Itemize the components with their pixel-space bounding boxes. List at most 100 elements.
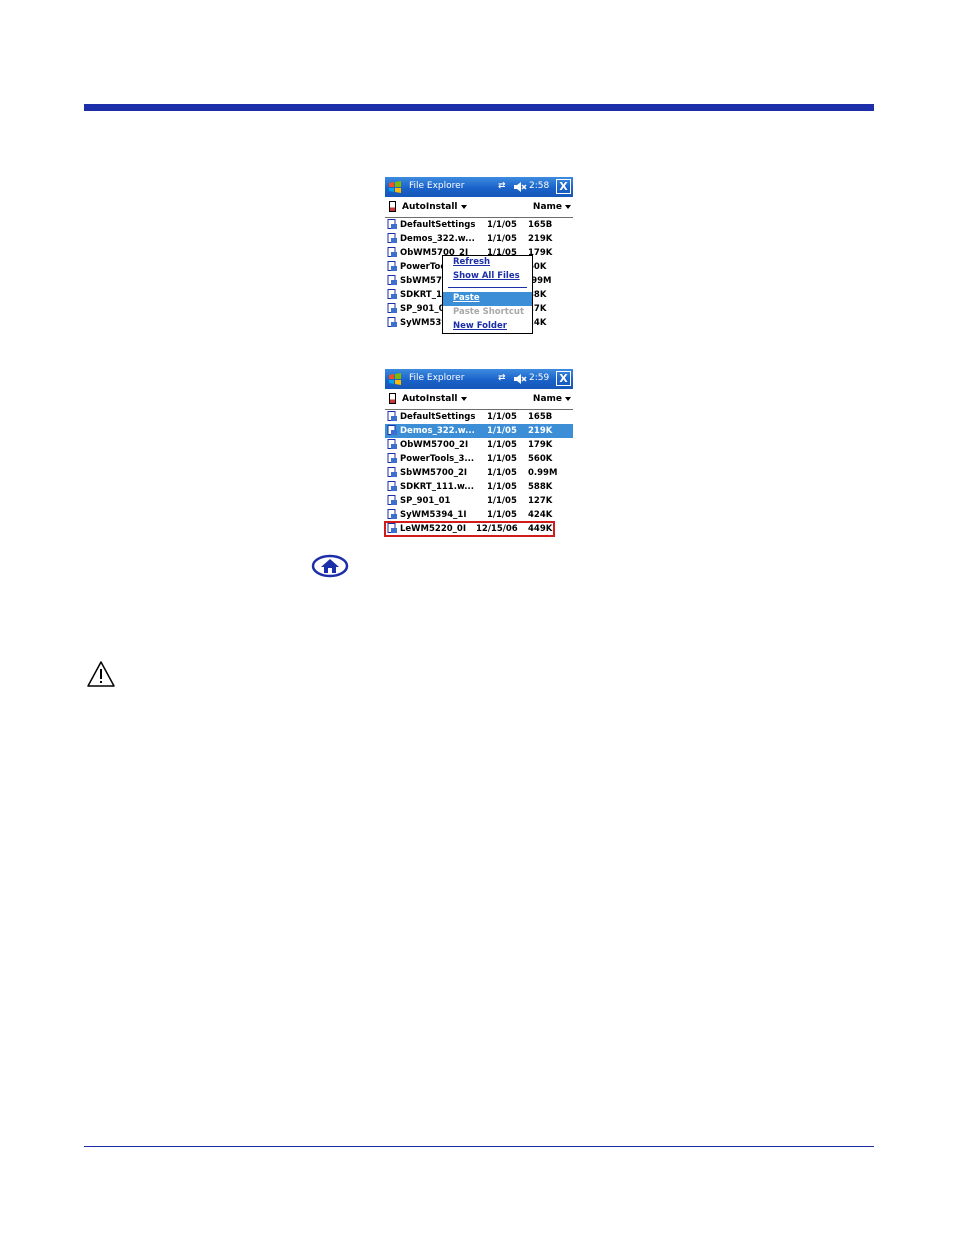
device-icon	[389, 393, 396, 404]
file-name: SyWM539	[400, 318, 448, 328]
volume-muted-icon[interactable]	[513, 372, 527, 386]
caution-icon	[87, 661, 115, 687]
file-date: 1/1/05	[487, 454, 517, 464]
file-size: 165B	[528, 412, 553, 422]
file-name: DefaultSettings	[400, 220, 476, 230]
file-list: DefaultSettings 1/1/05 165B Demos_322.w.…	[384, 410, 573, 537]
header-rule	[84, 104, 874, 111]
file-icon	[387, 411, 397, 421]
file-date: 1/1/05	[487, 412, 517, 422]
menu-item-label: Show All Files	[453, 271, 520, 281]
clock[interactable]: 2:59	[529, 373, 549, 383]
chevron-down-icon	[460, 204, 467, 209]
file-icon	[387, 467, 397, 477]
file-icon	[387, 425, 397, 435]
file-size: 449K	[528, 524, 553, 534]
file-icon	[387, 439, 397, 449]
file-icon	[387, 509, 397, 519]
file-size: 0.99M	[528, 468, 558, 478]
file-icon	[387, 453, 397, 463]
file-explorer-screenshot-2: File Explorer ⇄ 2:59 X AutoInstall Name …	[384, 369, 573, 537]
file-icon	[387, 495, 397, 505]
file-date: 1/1/05	[487, 496, 517, 506]
chevron-down-icon	[460, 396, 467, 401]
file-size: 165B	[528, 220, 553, 230]
file-row[interactable]: SbWM5700_2I 1/1/05 0.99M	[385, 466, 573, 480]
window-title: File Explorer	[409, 181, 465, 191]
connectivity-icon[interactable]: ⇄	[498, 373, 506, 383]
footer-rule	[84, 1146, 874, 1147]
file-icon	[387, 317, 397, 327]
clock[interactable]: 2:58	[529, 181, 549, 191]
file-name: ObWM5700_2I	[400, 440, 469, 450]
file-icon	[387, 233, 397, 243]
file-date: 12/15/06	[476, 524, 518, 534]
file-row[interactable]: DefaultSettings 1/1/05 165B	[385, 218, 573, 232]
title-bar: File Explorer ⇄ 2:59 X	[385, 369, 573, 389]
file-size: 179K	[528, 440, 553, 450]
sort-dropdown[interactable]: Name	[533, 202, 571, 212]
file-icon	[387, 247, 397, 257]
menu-item-new-folder[interactable]: New Folder	[443, 320, 532, 334]
file-name: Demos_322.w...	[400, 234, 475, 244]
windows-start-icon[interactable]	[388, 372, 402, 386]
menu-item-paste-shortcut: Paste Shortcut	[443, 306, 532, 320]
file-icon	[387, 289, 397, 299]
file-size: 219K	[528, 426, 553, 436]
file-row[interactable]: ObWM5700_2I 1/1/05 179K	[385, 438, 573, 452]
folder-label: AutoInstall	[402, 202, 458, 212]
file-icon	[387, 481, 397, 491]
file-size: 560K	[528, 454, 553, 464]
file-date: 1/1/05	[487, 510, 517, 520]
file-icon	[387, 219, 397, 229]
chevron-down-icon	[565, 396, 571, 401]
window-title: File Explorer	[409, 373, 465, 383]
file-date: 1/1/05	[487, 482, 517, 492]
file-name: SDKRT_1	[400, 290, 442, 300]
file-row[interactable]: SDKRT_111.w... 1/1/05 588K	[385, 480, 573, 494]
file-size: 127K	[528, 496, 553, 506]
folder-toolbar: AutoInstall Name	[385, 389, 573, 410]
menu-separator	[448, 287, 527, 288]
file-row-selected[interactable]: Demos_322.w... 1/1/05 219K	[385, 424, 573, 438]
file-name: Demos_322.w...	[400, 426, 475, 436]
file-size: 219K	[528, 234, 553, 244]
chevron-down-icon	[565, 204, 571, 209]
close-button[interactable]: X	[556, 371, 571, 386]
file-icon	[387, 261, 397, 271]
folder-dropdown[interactable]: AutoInstall	[402, 394, 467, 404]
menu-item-show-all-files[interactable]: Show All Files	[443, 270, 532, 284]
file-row[interactable]: PowerTools_3... 1/1/05 560K	[385, 452, 573, 466]
sort-label: Name	[532, 202, 562, 212]
file-icon	[387, 303, 397, 313]
menu-item-label: Refresh	[453, 257, 491, 267]
file-icon	[387, 275, 397, 285]
folder-toolbar: AutoInstall Name	[385, 197, 573, 218]
file-size: 588K	[528, 482, 553, 492]
file-date: 1/1/05	[487, 440, 517, 450]
file-row[interactable]: DefaultSettings 1/1/05 165B	[385, 410, 573, 424]
file-row[interactable]: Demos_322.w... 1/1/05 219K	[385, 232, 573, 246]
menu-item-refresh[interactable]: Refresh	[443, 256, 532, 270]
file-row[interactable]: SyWM5394_1I 1/1/05 424K	[385, 508, 573, 522]
context-menu: Refresh Show All Files Paste Paste Short…	[442, 255, 533, 334]
close-button[interactable]: X	[556, 179, 571, 194]
file-date: 1/1/05	[487, 468, 517, 478]
file-name: DefaultSettings	[400, 412, 476, 422]
connectivity-icon[interactable]: ⇄	[498, 181, 506, 191]
folder-dropdown[interactable]: AutoInstall	[402, 202, 467, 212]
sort-label: Name	[532, 394, 562, 404]
windows-start-icon[interactable]	[388, 180, 402, 194]
device-icon	[389, 201, 396, 212]
file-name: PowerTools_3...	[400, 454, 475, 464]
file-row-pasted[interactable]: LeWM5220_0I 12/15/06 449K	[384, 521, 555, 537]
file-name: SP_901_01	[400, 496, 451, 506]
file-row[interactable]: SP_901_01 1/1/05 127K	[385, 494, 573, 508]
sort-dropdown[interactable]: Name	[533, 394, 571, 404]
menu-item-paste[interactable]: Paste	[443, 292, 532, 306]
title-bar: File Explorer ⇄ 2:58 X	[385, 177, 573, 197]
volume-muted-icon[interactable]	[513, 180, 527, 194]
folder-label: AutoInstall	[402, 394, 458, 404]
file-date: 1/1/05	[487, 234, 517, 244]
menu-item-label: Paste Shortcut	[453, 307, 525, 317]
